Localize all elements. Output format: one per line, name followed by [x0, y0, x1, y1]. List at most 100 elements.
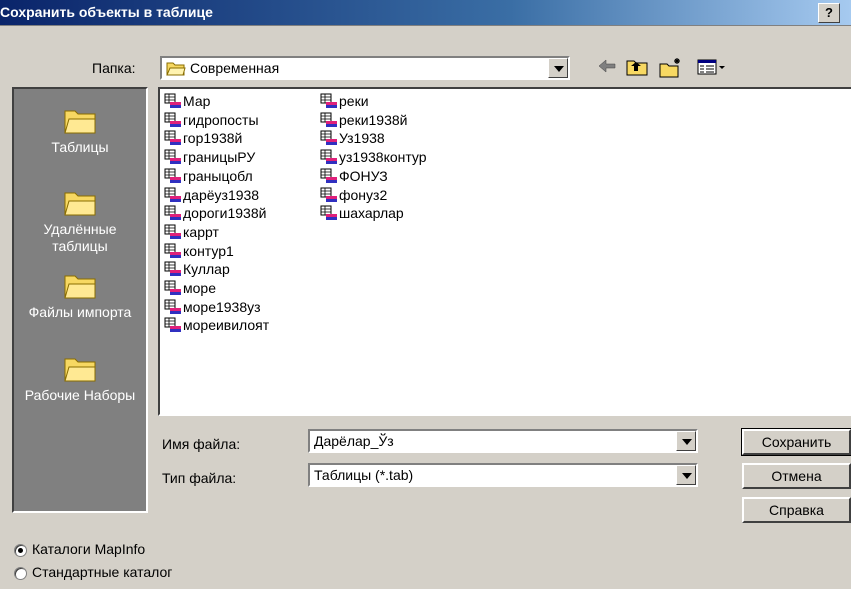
view-menu-icon[interactable] [697, 58, 727, 76]
table-file-icon [164, 243, 182, 259]
file-item[interactable]: гор1938й [164, 129, 242, 147]
places-import[interactable]: Файлы импорта [14, 270, 146, 321]
file-item-label: шахарлар [339, 205, 404, 222]
file-item[interactable]: мореивилоят [164, 316, 269, 334]
places-remote[interactable]: Удалённые таблицы [14, 187, 146, 255]
folder-dropdown-arrow[interactable] [548, 58, 568, 78]
table-file-icon [164, 93, 182, 109]
file-item-label: реки1938й [339, 111, 408, 128]
folder-current-label: Современная [190, 60, 280, 76]
file-item[interactable]: дарёуз1938 [164, 186, 259, 204]
filename-label: Имя файла: [162, 436, 241, 452]
table-file-icon [320, 149, 338, 165]
filetype-label: Тип файла: [162, 470, 237, 486]
table-file-icon [164, 149, 182, 165]
places-remote-label: Удалённые таблицы [43, 221, 117, 254]
file-item-label: граныцобл [183, 167, 253, 184]
file-item[interactable]: контур1 [164, 242, 234, 260]
file-item[interactable]: уз1938контур [320, 148, 427, 166]
file-item-label: фонуз2 [339, 186, 388, 203]
file-item[interactable]: Уз1938 [320, 129, 385, 147]
file-item-label: гор1938й [183, 130, 243, 147]
cancel-button[interactable]: Отмена [742, 463, 851, 489]
table-file-icon [164, 168, 182, 184]
help-button[interactable]: Справка [742, 497, 851, 523]
table-file-icon [164, 130, 182, 146]
table-file-icon [164, 112, 182, 128]
file-item-label: границыРУ [183, 149, 256, 166]
file-item-label: Куллар [183, 261, 230, 278]
file-item-label: контур1 [183, 242, 234, 259]
title-bar[interactable]: Сохранить объекты в таблице ? [0, 0, 851, 26]
filename-input[interactable]: Дарёлар_Ўз [308, 429, 698, 453]
file-item[interactable]: шахарлар [320, 204, 404, 222]
table-file-icon [164, 261, 182, 277]
folder-open-icon [166, 62, 186, 76]
file-item[interactable]: Мар [164, 92, 210, 110]
save-button[interactable]: Сохранить [741, 428, 851, 456]
file-item-label: мореивилоят [183, 317, 270, 334]
file-item[interactable]: Куллар [164, 260, 230, 278]
file-item[interactable]: фонуз2 [320, 186, 387, 204]
folder-icon [64, 275, 96, 299]
up-folder-icon[interactable] [626, 58, 648, 76]
filename-dropdown-arrow[interactable] [676, 431, 696, 451]
file-list[interactable]: Мар гидропосты гор1938й границыРУ граныцобл д… [158, 87, 851, 416]
file-item[interactable]: реки [320, 92, 369, 110]
file-item[interactable]: реки1938й [320, 111, 407, 129]
file-item-label: море [183, 280, 216, 296]
file-item-label: каррт [183, 223, 219, 240]
catalog-mapinfo-label[interactable]: Каталоги MapInfo [32, 541, 145, 557]
table-file-icon [164, 317, 182, 333]
places-workspaces[interactable]: Рабочие Наборы [14, 353, 146, 404]
file-item[interactable]: море [164, 279, 216, 297]
window-title: Сохранить объекты в таблице [0, 4, 213, 20]
help-title-button[interactable]: ? [818, 3, 840, 23]
file-item-label: гидропосты [183, 111, 259, 128]
folder-icon [64, 110, 96, 134]
table-file-icon [320, 93, 338, 109]
file-item[interactable]: море1938уз [164, 298, 261, 316]
table-file-icon [320, 112, 338, 128]
places-import-label: Файлы импорта [28, 304, 132, 320]
catalog-mapinfo-radio[interactable] [14, 544, 27, 557]
file-item-label: Мар [183, 93, 211, 109]
places-workspaces-label: Рабочие Наборы [24, 387, 136, 403]
table-file-icon [164, 187, 182, 203]
places-tables[interactable]: Таблицы [14, 105, 146, 156]
file-item[interactable]: граныцобл [164, 167, 253, 185]
filetype-dropdown-arrow[interactable] [676, 465, 696, 485]
table-file-icon [320, 205, 338, 221]
new-folder-icon[interactable] [659, 58, 683, 78]
file-item-label: дарёуз1938 [183, 186, 260, 203]
file-item-label: Уз1938 [339, 130, 385, 147]
table-file-icon [320, 130, 338, 146]
table-file-icon [164, 280, 182, 296]
file-item[interactable]: ФОНУЗ [320, 167, 388, 185]
catalog-standard-radio[interactable] [14, 567, 27, 580]
table-file-icon [164, 205, 182, 221]
filename-value: Дарёлар_Ўз [314, 433, 394, 449]
folder-current: Современная [166, 60, 279, 76]
table-file-icon [320, 187, 338, 203]
filetype-value: Таблицы (*.tab) [314, 467, 414, 483]
file-item[interactable]: дороги1938й [164, 204, 266, 222]
places-tables-label: Таблицы [51, 139, 109, 155]
file-item[interactable]: гидропосты [164, 111, 259, 129]
table-file-icon [320, 168, 338, 184]
back-arrow-icon[interactable] [597, 58, 617, 74]
folder-label: Папка: [92, 60, 136, 76]
filetype-dropdown[interactable]: Таблицы (*.tab) [308, 463, 698, 487]
file-item[interactable]: каррт [164, 223, 219, 241]
places-bar: Таблицы Удалённые таблицы Файлы импорта … [12, 87, 148, 513]
folder-icon [64, 192, 96, 216]
table-file-icon [164, 224, 182, 240]
file-item[interactable]: границыРУ [164, 148, 255, 166]
file-item-label: море1938уз [183, 298, 261, 315]
file-item-label: ФОНУЗ [339, 167, 388, 184]
folder-icon [64, 358, 96, 382]
file-item-label: дороги1938й [183, 205, 267, 222]
file-item-label: уз1938контур [339, 149, 427, 166]
folder-dropdown[interactable]: Современная [160, 56, 570, 80]
catalog-standard-label[interactable]: Стандартные каталог [32, 564, 172, 580]
